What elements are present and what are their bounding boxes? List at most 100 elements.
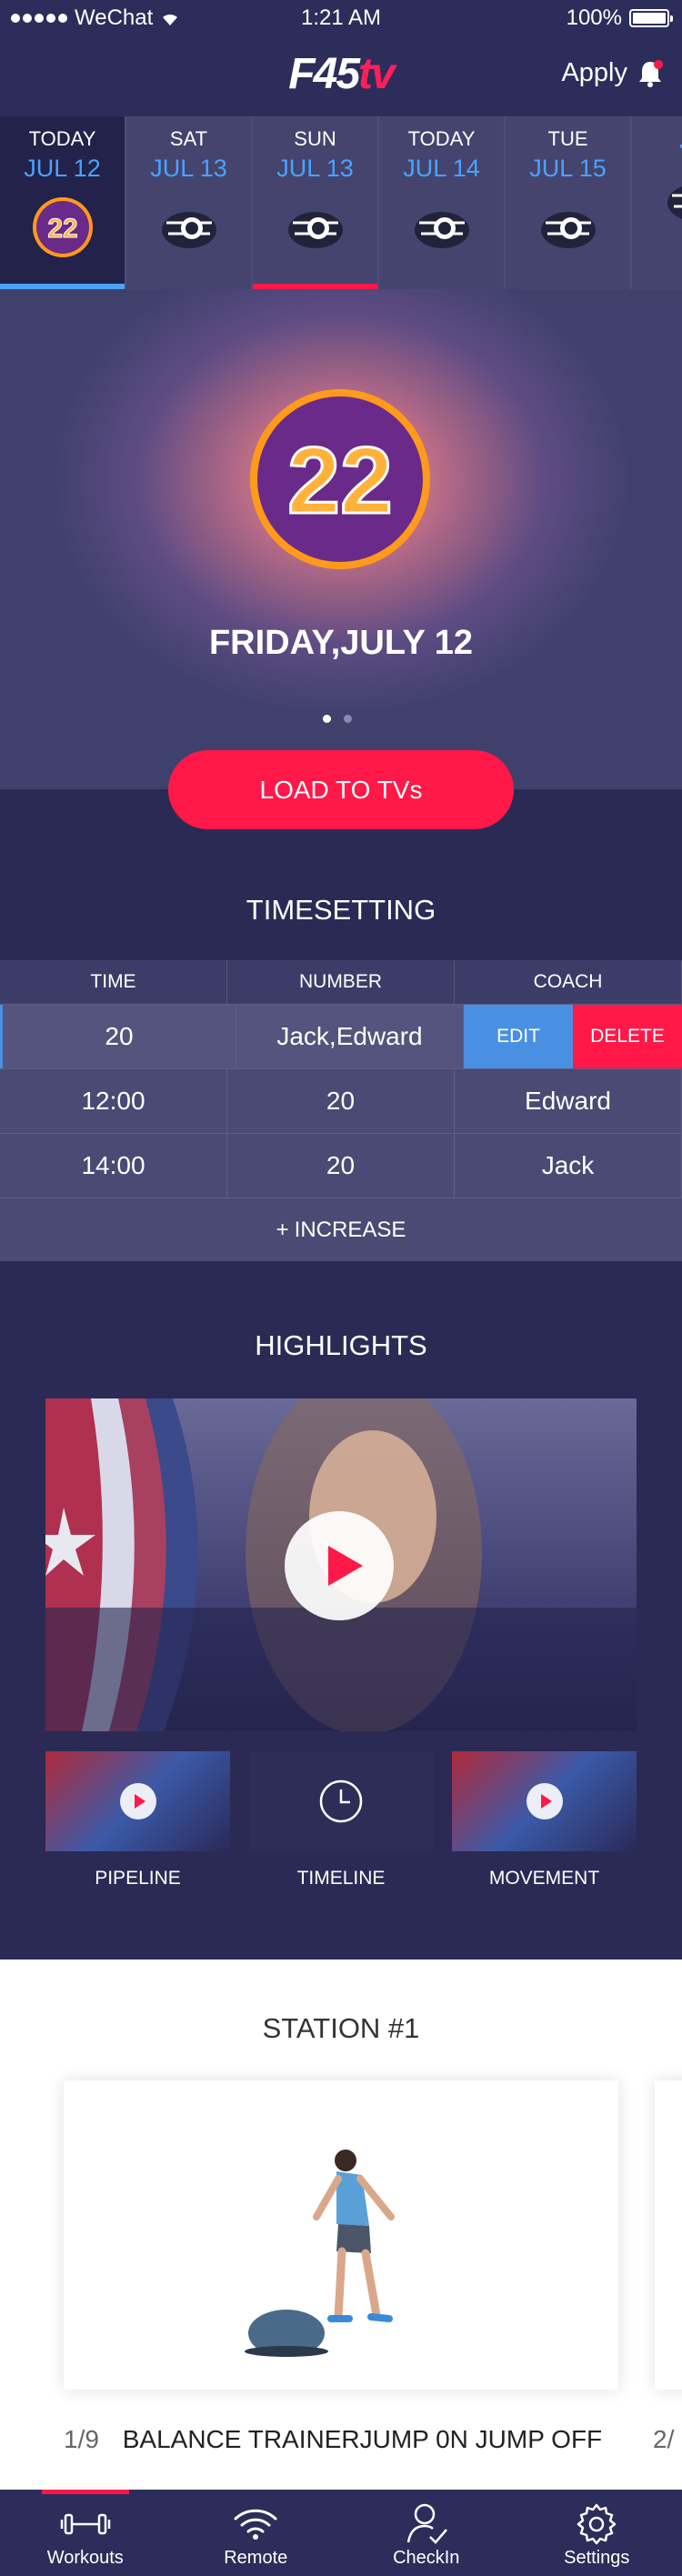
exercise-caption: 1/9 BALANCE TRAINERJUMP 0N JUMP OFF bbox=[64, 2425, 602, 2454]
exercise-card[interactable] bbox=[64, 2080, 618, 2390]
highlight-video[interactable] bbox=[45, 1398, 637, 1731]
page-indicator bbox=[323, 715, 352, 723]
top-nav: F45tv Apply bbox=[0, 36, 682, 116]
cell-number: 20 bbox=[227, 1069, 455, 1133]
lion-logo-icon bbox=[157, 195, 221, 259]
cell-time: 14:00 bbox=[0, 1134, 227, 1198]
next-exercise-index: 2/ bbox=[653, 2425, 675, 2453]
thumb-image bbox=[452, 1751, 637, 1851]
column-header-number: NUMBER bbox=[227, 960, 455, 1004]
tab-label: Workouts bbox=[46, 2548, 124, 2568]
tab-label: CheckIn bbox=[393, 2548, 460, 2568]
thumb-label: PIPELINE bbox=[95, 1868, 181, 1889]
clock-icon bbox=[319, 1779, 362, 1823]
exercise-illustration bbox=[245, 2150, 395, 2357]
load-to-tvs-button[interactable]: LOAD TO TVs bbox=[168, 750, 514, 829]
date-dow: TUE bbox=[547, 127, 588, 150]
lion-logo-icon bbox=[284, 195, 347, 259]
plus-icon: + bbox=[276, 1217, 289, 1242]
bell-icon bbox=[637, 59, 664, 88]
play-icon bbox=[527, 1783, 563, 1819]
battery-percent: 100% bbox=[566, 5, 622, 30]
column-header-coach: COACH bbox=[455, 960, 682, 1004]
date-day: JUL 15 bbox=[529, 155, 607, 182]
thumb-pipeline[interactable]: PIPELINE bbox=[45, 1751, 230, 1889]
team-badge: 22 bbox=[250, 389, 430, 569]
highlight-thumbnails: PIPELINE TIMELINE MOVEMENT bbox=[45, 1751, 637, 1889]
play-icon bbox=[120, 1783, 156, 1819]
dumbbell-icon bbox=[0, 2502, 171, 2546]
date-item-jul-13-sat[interactable]: SAT JUL 13 bbox=[126, 116, 253, 289]
apply-button[interactable]: Apply bbox=[561, 58, 664, 88]
badge-number: 22 bbox=[287, 429, 393, 529]
apply-label: Apply bbox=[561, 58, 627, 87]
gear-icon bbox=[512, 2502, 682, 2546]
tab-remote[interactable]: Remote bbox=[171, 2490, 342, 2576]
next-exercise-card[interactable] bbox=[655, 2080, 682, 2390]
cell-coach: Jack bbox=[455, 1134, 682, 1198]
tab-settings[interactable]: Settings bbox=[512, 2490, 682, 2576]
tab-checkin[interactable]: CheckIn bbox=[341, 2490, 512, 2576]
date-strip: TODAY JUL 12 22 SAT JUL 13 SUN JUL 13 TO… bbox=[0, 116, 682, 289]
table-row[interactable]: 14:00 20 Jack bbox=[0, 1133, 682, 1198]
svg-text:22: 22 bbox=[47, 214, 77, 244]
hero-banner[interactable]: 22 FRIDAY,JULY 12 bbox=[0, 289, 682, 789]
thumb-timeline[interactable]: TIMELINE bbox=[248, 1751, 434, 1889]
edit-button[interactable]: EDIT bbox=[464, 1005, 573, 1068]
thumb-image bbox=[45, 1751, 230, 1851]
increase-button[interactable]: + INCREASE bbox=[0, 1198, 682, 1261]
wifi-icon bbox=[171, 2502, 342, 2546]
cell-number: 20 bbox=[0, 1005, 236, 1068]
date-item-jul-14[interactable]: TODAY JUL 14 bbox=[379, 116, 506, 289]
play-button[interactable] bbox=[285, 1511, 394, 1620]
cell-coach: Jack,Edward bbox=[236, 1005, 464, 1068]
date-day: JUL 13 bbox=[276, 155, 354, 182]
date-day: JU bbox=[632, 127, 682, 155]
date-dow: SAT bbox=[169, 127, 208, 150]
hero-day-label: FRIDAY,JULY 12 bbox=[208, 624, 474, 662]
column-header-time: TIME bbox=[0, 960, 227, 1004]
table-row-swiped[interactable]: 20 Jack,Edward EDIT DELETE bbox=[0, 1004, 682, 1068]
page-dot bbox=[344, 715, 352, 723]
page-dot-active bbox=[323, 715, 331, 723]
date-item-jul-13-sun[interactable]: SUN JUL 13 bbox=[253, 116, 379, 289]
thumb-label: MOVEMENT bbox=[488, 1868, 600, 1889]
battery-icon bbox=[629, 9, 673, 27]
tab-label: Settings bbox=[564, 2548, 630, 2568]
highlights-title: HIGHLIGHTS bbox=[255, 1329, 427, 1361]
date-item-jul-12[interactable]: TODAY JUL 12 22 bbox=[0, 116, 126, 289]
cell-number: 20 bbox=[227, 1134, 455, 1198]
date-dow: TODAY bbox=[28, 127, 96, 150]
thumb-image bbox=[248, 1751, 434, 1851]
thumb-label: TIMELINE bbox=[296, 1868, 386, 1889]
table-header: TIME NUMBER COACH bbox=[0, 960, 682, 1004]
active-tab-indicator bbox=[42, 2490, 129, 2494]
table-row[interactable]: 12:00 20 Edward bbox=[0, 1068, 682, 1133]
tab-label: Remote bbox=[224, 2548, 288, 2568]
cell-coach: Edward bbox=[455, 1069, 682, 1133]
badge-number-graphic: 22 bbox=[286, 429, 395, 529]
lion-logo-icon bbox=[663, 168, 682, 232]
lion-logo-icon bbox=[410, 195, 474, 259]
exercise-name: BALANCE TRAINERJUMP 0N JUMP OFF bbox=[122, 2425, 603, 2453]
thumb-movement[interactable]: MOVEMENT bbox=[452, 1751, 637, 1889]
date-dow: SUN bbox=[294, 127, 336, 150]
date-item-jul-15[interactable]: TUE JUL 15 bbox=[506, 116, 632, 289]
station-title: STATION #1 bbox=[262, 2012, 420, 2044]
timesetting-table: TIME NUMBER COACH 20 Jack,Edward EDIT DE… bbox=[0, 960, 682, 1261]
timesetting-title: TIMESETTING bbox=[246, 894, 436, 926]
date-dow: TODAY bbox=[407, 127, 476, 150]
lion-logo-icon bbox=[537, 195, 600, 259]
status-bar: WeChat 1:21 AM 100% bbox=[0, 0, 682, 36]
exercise-index: 1/9 bbox=[64, 2425, 99, 2453]
cell-time: 12:00 bbox=[0, 1069, 227, 1133]
badge-22-icon: 22 bbox=[31, 195, 95, 259]
date-day: JUL 13 bbox=[150, 155, 227, 182]
person-check-icon bbox=[341, 2502, 512, 2546]
delete-button[interactable]: DELETE bbox=[573, 1005, 682, 1068]
date-day: JUL 14 bbox=[403, 155, 480, 182]
increase-label: INCREASE bbox=[294, 1217, 406, 1242]
tab-workouts[interactable]: Workouts bbox=[0, 2490, 171, 2576]
date-item-partial[interactable]: JU bbox=[632, 116, 682, 289]
date-day: JUL 12 bbox=[24, 155, 101, 182]
